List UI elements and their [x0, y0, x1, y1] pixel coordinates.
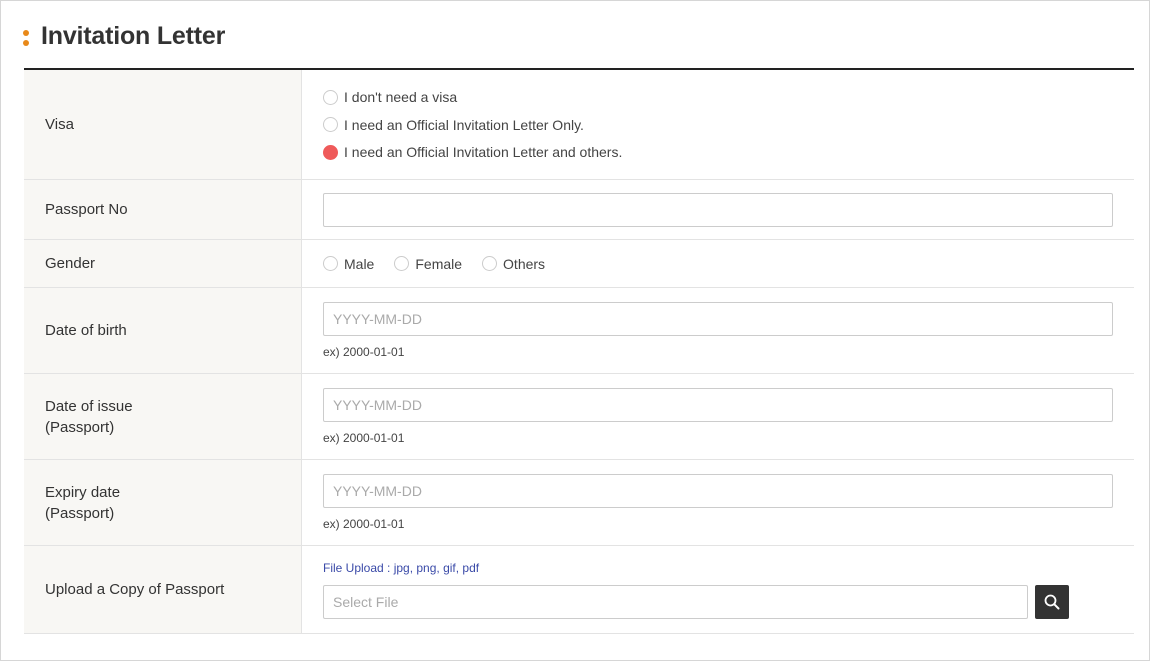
visa-row: Visa I don't need a visa I need an Offic… — [24, 70, 1134, 180]
gender-option-others[interactable]: Others — [482, 256, 545, 272]
date-of-issue-hint: ex) 2000-01-01 — [323, 431, 405, 445]
gender-option-label: Others — [503, 255, 546, 272]
page-title: Invitation Letter — [41, 21, 226, 50]
expiry-date-input[interactable] — [323, 474, 1113, 508]
gender-option-female[interactable]: Female — [394, 256, 462, 272]
visa-option-label: I need an Official Invitation Letter and… — [344, 144, 623, 160]
visa-option-letter-and-others[interactable]: I need an Official Invitation Letter and… — [323, 138, 1113, 166]
date-of-issue-row: Date of issue (Passport) ex) 2000-01-01 — [24, 374, 1134, 460]
title-bullet-icon — [23, 25, 29, 47]
date-of-issue-label: Date of issue (Passport) — [24, 374, 302, 459]
visa-option-label: I don't need a visa — [344, 89, 458, 105]
date-of-birth-label: Date of birth — [24, 288, 302, 373]
page-frame: Invitation Letter Visa I don't need a vi… — [0, 0, 1150, 661]
section-header: Invitation Letter — [23, 21, 225, 51]
radio-icon[interactable] — [482, 256, 498, 271]
passport-no-input[interactable] — [323, 192, 1113, 227]
expiry-date-label: Expiry date (Passport) — [24, 460, 302, 545]
upload-controls — [323, 584, 1113, 619]
date-of-birth-input[interactable] — [323, 302, 1113, 336]
visa-label: Visa — [24, 70, 302, 179]
visa-option-label: I need an Official Invitation Letter Onl… — [344, 116, 584, 133]
upload-row: Upload a Copy of Passport File Upload : … — [24, 546, 1134, 634]
upload-label: Upload a Copy of Passport — [24, 546, 302, 633]
date-of-birth-row: Date of birth ex) 2000-01-01 — [24, 288, 1134, 374]
upload-hint: File Upload : jpg, png, gif, pdf — [323, 560, 480, 575]
visa-option-no-visa[interactable]: I don't need a visa — [323, 83, 1113, 111]
radio-icon[interactable] — [394, 256, 410, 271]
visa-option-letter-only[interactable]: I need an Official Invitation Letter Onl… — [323, 111, 1113, 139]
invitation-form: Visa I don't need a visa I need an Offic… — [24, 68, 1134, 634]
passport-no-label: Passport No — [24, 180, 302, 239]
select-file-input[interactable] — [323, 584, 1028, 619]
gender-label: Gender — [24, 240, 302, 287]
date-of-issue-label-line1: Date of issue — [45, 397, 133, 415]
date-of-issue-input[interactable] — [323, 388, 1113, 422]
gender-option-label: Male — [344, 255, 375, 272]
gender-option-male[interactable]: Male — [323, 256, 374, 272]
date-of-birth-hint: ex) 2000-01-01 — [323, 345, 405, 359]
expiry-date-label-line2: (Passport) — [45, 504, 115, 522]
gender-row: Gender Male Female Others — [24, 240, 1134, 288]
radio-icon[interactable] — [323, 256, 338, 271]
search-icon — [1044, 594, 1060, 609]
radio-icon[interactable] — [323, 117, 338, 132]
passport-no-row: Passport No — [24, 180, 1134, 240]
expiry-date-label-line1: Expiry date — [45, 483, 121, 501]
radio-icon[interactable] — [323, 89, 338, 105]
date-of-issue-label-line2: (Passport) — [45, 418, 115, 436]
gender-options: Male Female Others — [302, 240, 1134, 287]
expiry-date-hint: ex) 2000-01-01 — [323, 517, 405, 531]
expiry-date-row: Expiry date (Passport) ex) 2000-01-01 — [24, 460, 1134, 546]
radio-checked-icon[interactable] — [323, 144, 338, 160]
gender-option-label: Female — [415, 255, 463, 272]
file-search-button[interactable] — [1035, 584, 1069, 619]
visa-options: I don't need a visa I need an Official I… — [302, 70, 1134, 179]
